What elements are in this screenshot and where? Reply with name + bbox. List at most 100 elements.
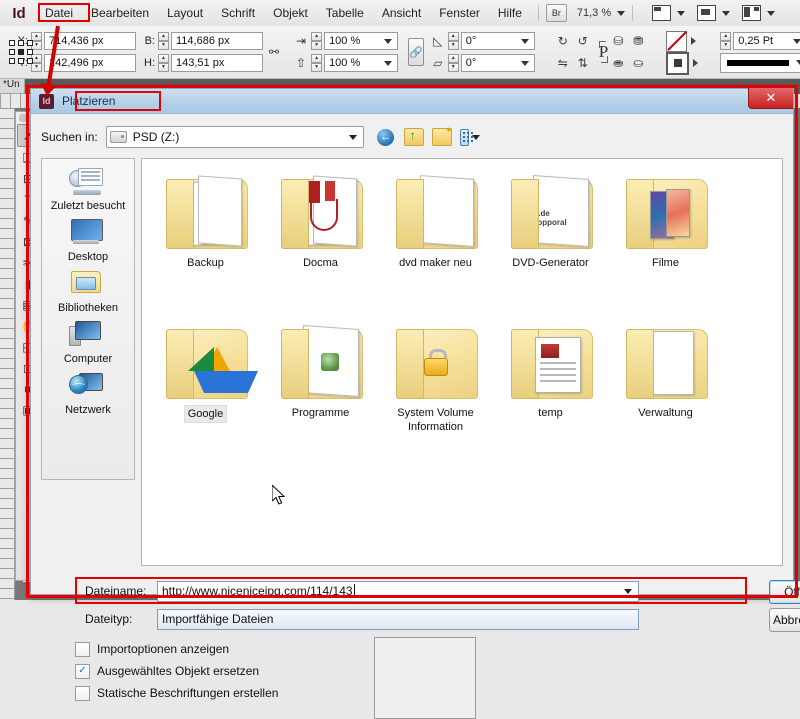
zoom-dropdown-icon[interactable] [617, 11, 625, 16]
height-input[interactable]: 143,51 px [171, 54, 263, 72]
send-backward-icon[interactable]: ⛀ [628, 53, 648, 73]
rotate-ccw-icon[interactable]: ↺ [573, 31, 593, 51]
close-icon[interactable]: ✕ [748, 88, 793, 109]
list-item[interactable]: Verwaltung [608, 317, 723, 467]
filetype-select[interactable]: Importfähige Dateien [157, 609, 639, 630]
menu-item-layout[interactable]: Layout [158, 3, 212, 23]
list-item[interactable]: Google [148, 317, 263, 467]
bring-to-front-icon[interactable]: ⛁ [608, 31, 628, 51]
view-mode-caret-icon[interactable] [472, 135, 480, 140]
folder-icon [392, 173, 480, 251]
stroke-style-input[interactable] [720, 53, 800, 73]
menu-separator-2 [632, 5, 633, 21]
text-frame-options-icon[interactable]: P [599, 39, 608, 65]
option-row-static-captions[interactable]: Statische Beschriftungen erstellen [75, 682, 375, 704]
sidebar-item-libraries[interactable]: Bibliotheken [42, 269, 134, 314]
sidebar-item-desktop[interactable]: Desktop [42, 218, 134, 263]
scale-x-caret-icon[interactable] [384, 39, 392, 44]
view-options-caret-icon[interactable] [677, 11, 685, 16]
scale-x-input[interactable]: 100 % [324, 32, 398, 50]
list-item[interactable]: temp [493, 317, 608, 467]
checkbox-static-captions[interactable] [75, 686, 90, 701]
list-item[interactable]: dvd maker neu [378, 167, 493, 317]
screen-mode-icon[interactable] [697, 5, 716, 21]
view-mode-button[interactable] [460, 128, 480, 146]
scale-fields: ⇥ ▲▼ 100 % ⇧ ▲▼ 100 % [291, 32, 398, 73]
list-item[interactable]: System Volume Information [378, 317, 493, 467]
menu-item-bearbeiten[interactable]: Bearbeiten [82, 3, 158, 23]
sidebar-item-computer[interactable]: Computer [42, 320, 134, 365]
shear-caret-icon[interactable] [521, 61, 529, 66]
option-row-import-options[interactable]: Importoptionen anzeigen [75, 638, 375, 660]
rotation-input[interactable]: 0° [461, 32, 535, 50]
up-folder-button[interactable] [404, 128, 424, 146]
constrain-proportions-icon[interactable]: ⚯ [269, 42, 279, 62]
color-swatches [666, 32, 702, 73]
flip-vertical-icon[interactable]: ⇅ [573, 53, 593, 73]
workspace-caret-icon[interactable] [767, 11, 775, 16]
menu-item-objekt[interactable]: Objekt [264, 3, 317, 23]
list-item[interactable]: Filme [608, 167, 723, 317]
fill-swatch-caret-icon[interactable] [693, 59, 698, 67]
filename-input[interactable]: http://www.nicenicejpg.com/114/143 [157, 581, 639, 602]
back-button[interactable]: ← [376, 128, 396, 146]
document-tab[interactable]: *Un [0, 78, 25, 94]
filename-dropdown-icon[interactable] [624, 589, 632, 594]
menu-item-schrift[interactable]: Schrift [212, 3, 264, 23]
menu-item-hilfe[interactable]: Hilfe [489, 3, 531, 23]
look-in-combobox[interactable]: PSD (Z:) [106, 126, 364, 148]
scale-x-stepper[interactable]: ▲▼ [311, 32, 322, 50]
dialog-title-bar[interactable]: Id Platzieren ✕ [31, 89, 793, 114]
list-item[interactable]: Docma [263, 167, 378, 317]
stroke-weight-stepper[interactable]: ▲▼ [720, 32, 731, 50]
rotation-stepper[interactable]: ▲▼ [448, 32, 459, 50]
position-fields: X: ▲▼ 714,436 px Y: ▲▼ 142,496 px [15, 32, 136, 73]
scale-y-stepper[interactable]: ▲▼ [311, 54, 322, 72]
folder-icon: &.denopporal [507, 173, 595, 251]
option-row-replace-selected[interactable]: ✓ Ausgewähltes Objekt ersetzen [75, 660, 375, 682]
workspace-icon[interactable] [742, 5, 761, 21]
scale-y-input[interactable]: 100 % [324, 54, 398, 72]
rotate-cw-icon[interactable]: ↻ [553, 31, 573, 51]
send-to-back-icon[interactable]: ⛂ [608, 53, 628, 73]
zoom-level-value[interactable]: 71,3 % [577, 7, 611, 19]
stroke-weight-caret-icon[interactable] [793, 39, 800, 44]
bring-forward-icon[interactable]: ⛃ [628, 31, 648, 51]
bridge-button[interactable]: Br [546, 4, 567, 22]
checkbox-import-options[interactable] [75, 642, 90, 657]
cancel-button[interactable]: Abbrechen [769, 608, 800, 632]
height-label: H: [142, 57, 155, 69]
height-stepper[interactable]: ▲▼ [158, 54, 169, 72]
constrain-scale-icon[interactable]: 🔗 [408, 38, 424, 66]
view-options-icon[interactable] [652, 5, 671, 21]
list-item[interactable]: Programme [263, 317, 378, 467]
shear-input[interactable]: 0° [461, 54, 535, 72]
scale-y-caret-icon[interactable] [384, 61, 392, 66]
chevron-down-icon[interactable] [349, 135, 357, 140]
list-item[interactable]: &.denopporal DVD-Generator [493, 167, 608, 317]
new-folder-button[interactable] [432, 128, 452, 146]
width-input[interactable]: 114,686 px [171, 32, 263, 50]
menu-item-tabelle[interactable]: Tabelle [317, 3, 373, 23]
screen-mode-caret-icon[interactable] [722, 11, 730, 16]
open-button[interactable]: Öffnen [769, 580, 800, 604]
menu-item-ansicht[interactable]: Ansicht [373, 3, 430, 23]
checkbox-replace-selected[interactable]: ✓ [75, 664, 90, 679]
stroke-style-caret-icon[interactable] [796, 60, 800, 65]
width-stepper[interactable]: ▲▼ [158, 32, 169, 50]
file-list[interactable]: Backup Docma [141, 158, 783, 566]
stroke-weight-value: 0,25 Pt [738, 35, 773, 47]
menu-item-fenster[interactable]: Fenster [430, 3, 489, 23]
sidebar-item-network[interactable]: Netzwerk [42, 371, 134, 416]
flip-horizontal-icon[interactable]: ⇋ [553, 53, 573, 73]
stroke-swatch-caret-icon[interactable] [691, 37, 696, 45]
rotation-caret-icon[interactable] [521, 39, 529, 44]
fill-swatch[interactable] [666, 52, 689, 75]
stroke-swatch[interactable] [666, 31, 687, 52]
sidebar-item-recent[interactable]: Zuletzt besucht [42, 167, 134, 212]
list-item[interactable]: Backup [148, 167, 263, 317]
mouse-cursor-icon [272, 485, 288, 507]
y-input[interactable]: 142,496 px [44, 54, 136, 72]
shear-stepper[interactable]: ▲▼ [448, 54, 459, 72]
stroke-weight-input[interactable]: 0,25 Pt [733, 32, 800, 50]
